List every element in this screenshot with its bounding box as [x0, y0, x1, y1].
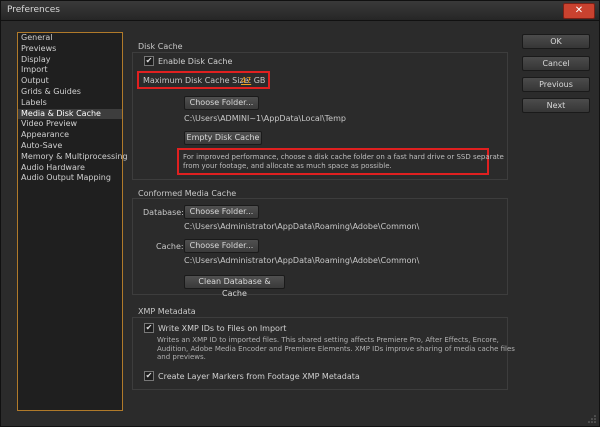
- cancel-button[interactable]: Cancel: [522, 56, 590, 71]
- close-button[interactable]: ✕: [563, 3, 595, 19]
- create-layer-markers-label: Create Layer Markers from Footage XMP Me…: [158, 371, 360, 381]
- window-title: Preferences: [7, 5, 60, 15]
- check-icon: ✔: [144, 323, 154, 333]
- ok-button[interactable]: OK: [522, 34, 590, 49]
- nav-item-auto-save[interactable]: Auto-Save: [18, 141, 122, 152]
- nav-item-memory-multiprocessing[interactable]: Memory & Multiprocessing: [18, 152, 128, 163]
- disk-cache-path: C:\Users\ADMINI~1\AppData\Local\Temp: [184, 114, 346, 123]
- xmp-description: Writes an XMP ID to imported files. This…: [157, 336, 515, 362]
- empty-disk-cache-button[interactable]: Empty Disk Cache: [184, 131, 262, 145]
- max-cache-size-unit: GB: [253, 76, 266, 85]
- max-cache-size-field[interactable]: 47 GB: [241, 76, 265, 85]
- xmp-metadata-header: XMP Metadata: [138, 307, 196, 316]
- nav-item-display[interactable]: Display: [18, 55, 122, 66]
- clean-database-cache-button[interactable]: Clean Database & Cache: [184, 275, 285, 298]
- info-line: from your footage, and allocate as much …: [183, 161, 392, 170]
- xmp-description-line: Audition, Adobe Media Encoder and Premie…: [157, 344, 515, 353]
- nav-item-audio-hardware[interactable]: Audio Hardware: [18, 163, 122, 174]
- xmp-description-line: and previews.: [157, 353, 206, 361]
- nav-item-output[interactable]: Output: [18, 76, 122, 87]
- check-icon: ✔: [144, 56, 154, 66]
- resize-grip-icon[interactable]: [588, 415, 596, 423]
- write-xmp-ids-label: Write XMP IDs to Files on Import: [158, 323, 287, 333]
- preferences-category-list: General Previews Display Import Output G…: [17, 32, 128, 411]
- enable-disk-cache-checkbox[interactable]: ✔ Enable Disk Cache: [144, 56, 232, 66]
- disk-cache-info-text: For improved performance, choose a disk …: [183, 153, 504, 170]
- preferences-dialog: Preferences ✕ General Previews Display I…: [0, 0, 600, 427]
- nav-item-previews[interactable]: Previews: [18, 44, 122, 55]
- nav-item-labels[interactable]: Labels: [18, 98, 122, 109]
- max-cache-size-value[interactable]: 47: [241, 76, 251, 85]
- next-button[interactable]: Next: [522, 98, 590, 113]
- cache-path: C:\Users\Administrator\AppData\Roaming\A…: [184, 256, 420, 265]
- write-xmp-ids-checkbox[interactable]: ✔ Write XMP IDs to Files on Import: [144, 323, 286, 333]
- database-path: C:\Users\Administrator\AppData\Roaming\A…: [184, 222, 420, 231]
- conformed-media-cache-header: Conformed Media Cache: [138, 189, 237, 198]
- database-label: Database:: [143, 208, 184, 217]
- title-bar[interactable]: Preferences ✕: [1, 1, 599, 21]
- create-layer-markers-checkbox[interactable]: ✔ Create Layer Markers from Footage XMP …: [144, 371, 360, 381]
- nav-item-appearance[interactable]: Appearance: [18, 130, 122, 141]
- disk-cache-header: Disk Cache: [138, 42, 183, 51]
- nav-item-media-disk-cache[interactable]: Media & Disk Cache: [18, 108, 122, 120]
- disk-cache-choose-folder-button[interactable]: Choose Folder...: [184, 96, 259, 110]
- database-choose-folder-button[interactable]: Choose Folder...: [184, 205, 259, 219]
- nav-item-grids-guides[interactable]: Grids & Guides: [18, 87, 122, 98]
- max-cache-size-label: Maximum Disk Cache Size:: [143, 76, 252, 85]
- nav-item-general[interactable]: General: [18, 33, 122, 44]
- xmp-description-line: Writes an XMP ID to imported files. This…: [157, 336, 499, 344]
- cache-choose-folder-button[interactable]: Choose Folder...: [184, 239, 259, 253]
- close-icon: ✕: [574, 5, 584, 16]
- nav-item-import[interactable]: Import: [18, 65, 122, 76]
- info-line: For improved performance, choose a disk …: [183, 153, 504, 161]
- check-icon: ✔: [144, 371, 154, 381]
- enable-disk-cache-label: Enable Disk Cache: [158, 56, 233, 66]
- nav-item-audio-output-mapping[interactable]: Audio Output Mapping: [18, 173, 122, 184]
- cache-label: Cache:: [156, 242, 184, 251]
- previous-button[interactable]: Previous: [522, 77, 590, 92]
- nav-item-video-preview[interactable]: Video Preview: [18, 119, 122, 130]
